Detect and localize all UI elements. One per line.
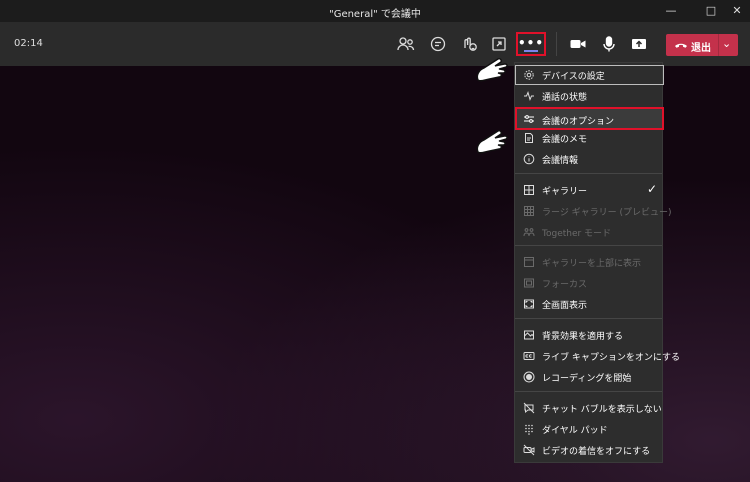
- more-actions-button[interactable]: •••: [516, 32, 546, 56]
- menu-item-meeting-notes[interactable]: 会議のメモ: [515, 128, 664, 148]
- pointing-hand-icon: [476, 130, 508, 154]
- background-icon: [523, 329, 535, 341]
- video-off-icon: [523, 444, 535, 456]
- menu-item-live-captions[interactable]: ライブ キャプションをオンにする: [515, 346, 680, 366]
- grid-icon: [523, 184, 535, 196]
- leave-label: 退出: [691, 43, 711, 54]
- sliders-icon: [523, 113, 535, 125]
- pulse-icon: [523, 90, 535, 102]
- focus-icon: [523, 277, 535, 289]
- menu-item-large-gallery: ラージ ギャラリー (プレビュー): [515, 201, 672, 221]
- menu-item-hide-chat-bubbles[interactable]: チャット バブルを表示しない: [515, 398, 664, 418]
- together-icon: [523, 226, 535, 238]
- menu-item-together-mode: Together モード: [515, 222, 664, 242]
- toolbar-divider: [556, 32, 557, 56]
- camera-icon[interactable]: [568, 34, 588, 54]
- pointing-hand-icon: [476, 58, 508, 82]
- hang-up-icon: [675, 43, 687, 48]
- more-actions-menu: デバイスの設定 通話の状態 会議のオプション 会議のメモ 会議情報 ギャラリー …: [514, 62, 680, 463]
- people-icon[interactable]: [396, 34, 416, 54]
- menu-item-background-effects[interactable]: 背景効果を適用する: [515, 325, 664, 345]
- meeting-toolbar: 02:14 ••• 退出 ⌄: [0, 22, 750, 66]
- menu-divider: [515, 245, 662, 246]
- maximize-icon[interactable]: □: [700, 3, 722, 19]
- notes-icon: [523, 132, 535, 144]
- menu-item-fullscreen[interactable]: 全画面表示: [515, 294, 664, 314]
- gear-icon: [523, 69, 535, 81]
- active-indicator: [524, 50, 538, 52]
- menu-divider: [515, 391, 662, 392]
- large-grid-icon: [523, 205, 535, 217]
- window-title: "General" で会議中: [329, 9, 421, 20]
- record-icon: [523, 371, 535, 383]
- menu-item-gallery[interactable]: ギャラリー ✓: [515, 180, 664, 200]
- menu-item-dial-pad[interactable]: ダイヤル パッド: [515, 419, 664, 439]
- menu-item-focus: フォーカス: [515, 273, 664, 293]
- dialpad-icon: [523, 423, 535, 435]
- minimize-icon[interactable]: —: [660, 3, 682, 19]
- menu-item-start-recording[interactable]: レコーディングを開始: [515, 367, 664, 387]
- mic-icon[interactable]: [599, 34, 619, 54]
- menu-item-device-settings[interactable]: デバイスの設定: [515, 65, 664, 85]
- menu-divider: [515, 318, 662, 319]
- leave-button[interactable]: 退出 ⌄: [666, 34, 738, 56]
- close-icon[interactable]: ✕: [726, 3, 748, 19]
- menu-divider: [515, 173, 662, 174]
- chat-bubble-off-icon: [523, 402, 535, 414]
- call-timer: 02:14: [14, 38, 43, 49]
- chat-icon[interactable]: [428, 34, 448, 54]
- menu-item-gallery-top: ギャラリーを上部に表示: [515, 252, 664, 272]
- title-bar: "General" で会議中 — □ ✕: [0, 0, 750, 22]
- more-actions-icon: •••: [518, 36, 545, 50]
- menu-item-meeting-info[interactable]: 会議情報: [515, 149, 664, 169]
- chevron-down-icon[interactable]: ⌄: [722, 37, 731, 50]
- menu-item-call-health[interactable]: 通話の状態: [515, 86, 664, 106]
- leave-split-divider: [718, 34, 719, 56]
- gallery-top-icon: [523, 256, 535, 268]
- menu-item-turn-off-incoming-video[interactable]: ビデオの着信をオフにする: [515, 440, 664, 460]
- cc-icon: [523, 350, 535, 362]
- fullscreen-icon: [523, 298, 535, 310]
- share-screen-icon[interactable]: [629, 34, 649, 54]
- info-icon: [523, 153, 535, 165]
- menu-item-meeting-options[interactable]: 会議のオプション: [515, 107, 664, 130]
- checkmark-icon: ✓: [646, 182, 657, 196]
